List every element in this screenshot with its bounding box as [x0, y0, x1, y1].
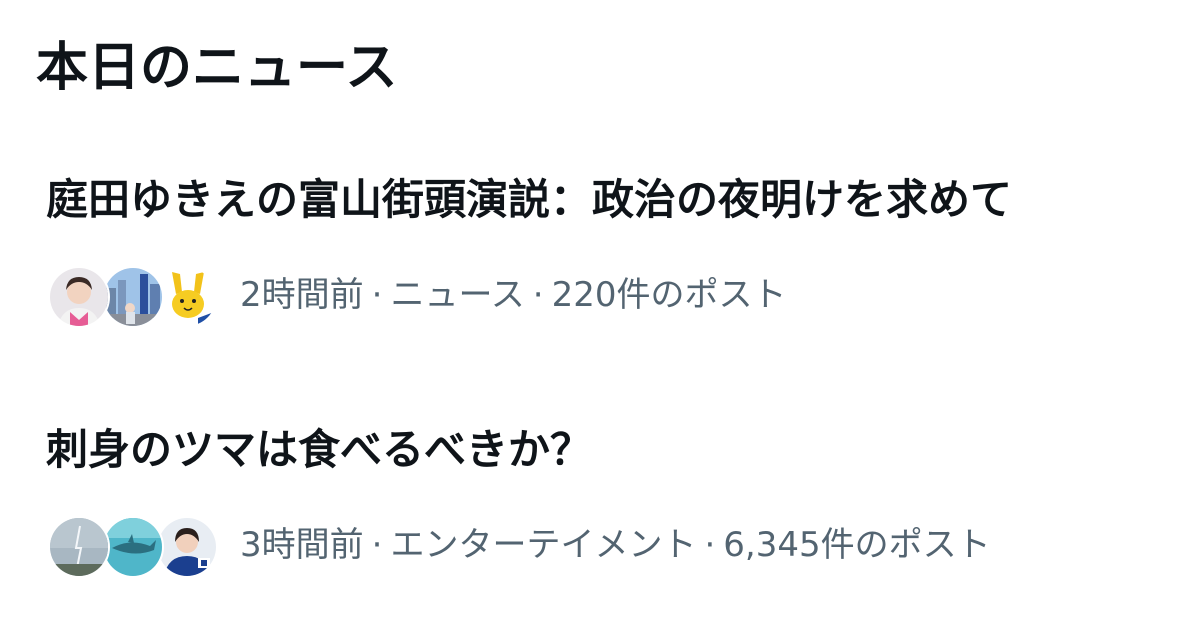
section-title: 本日のニュース	[36, 38, 398, 98]
meta-separator: ·	[704, 525, 716, 565]
news-meta-text: 3時間前 · エンターテイメント · 6,345件のポスト	[240, 514, 991, 576]
yellow-rabbit-mascot-avatar	[156, 266, 218, 328]
avatar-stack	[48, 264, 218, 328]
news-headline[interactable]: 庭田ゆきえの富山街頭演説：政治の夜明けを求めて	[46, 168, 1012, 232]
woman-portrait-avatar	[48, 266, 110, 328]
news-category: エンターテイメント	[390, 525, 697, 565]
news-meta-row: 3時間前 · エンターテイメント · 6,345件のポスト	[48, 514, 991, 578]
woman-headset-avatar	[156, 516, 218, 578]
aquarium-shark-avatar	[102, 516, 164, 578]
news-item[interactable]: 刺身のツマは食べるべきか？ 3時間前 · エンターテイメント · 6,345件の…	[0, 410, 1200, 590]
news-headline[interactable]: 刺身のツマは食べるべきか？	[46, 418, 592, 482]
news-category: ニュース	[390, 275, 525, 315]
news-time: 3時間前	[240, 525, 364, 565]
city-street-avatar	[102, 266, 164, 328]
today-news-panel: 本日のニュース 庭田ゆきえの富山街頭演説：政治の夜明けを求めて 2時間前 · ニ…	[0, 0, 1200, 642]
news-time: 2時間前	[240, 275, 364, 315]
news-meta-row: 2時間前 · ニュース · 220件のポスト	[48, 264, 786, 328]
meta-separator: ·	[532, 275, 544, 315]
news-item[interactable]: 庭田ゆきえの富山街頭演説：政治の夜明けを求めて 2時間前 · ニュース · 22…	[0, 160, 1200, 340]
news-post-count: 220件のポスト	[551, 275, 787, 315]
news-meta-text: 2時間前 · ニュース · 220件のポスト	[240, 264, 786, 326]
meta-separator: ·	[371, 275, 383, 315]
news-post-count: 6,345件のポスト	[723, 525, 991, 565]
lightning-sky-avatar	[48, 516, 110, 578]
avatar-stack	[48, 514, 218, 578]
meta-separator: ·	[371, 525, 383, 565]
